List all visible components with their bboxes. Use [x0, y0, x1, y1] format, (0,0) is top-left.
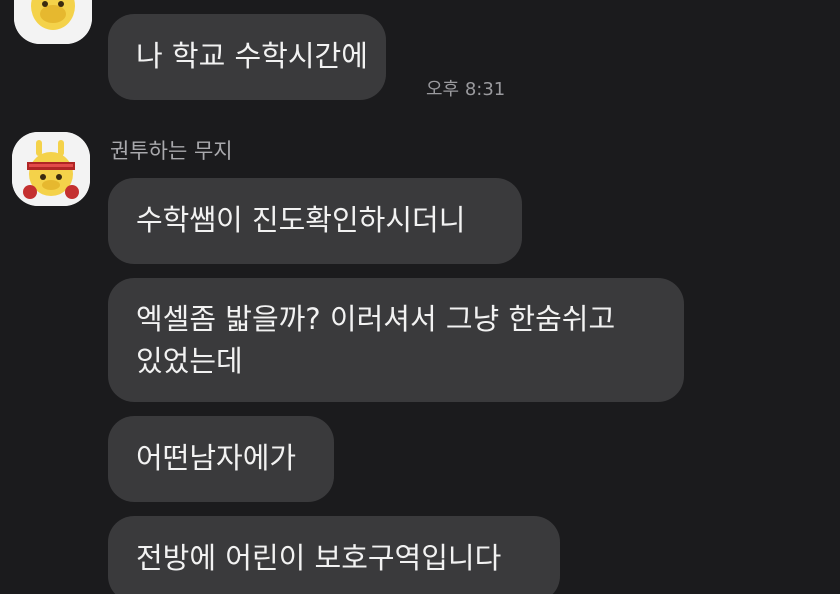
- muzi-boxer-avatar-icon: [12, 132, 90, 206]
- message-text: 수학쌤이 진도확인하시더니: [136, 203, 466, 237]
- sender-name: 권투하는 무지: [110, 139, 233, 163]
- muzi-avatar-icon: [14, 0, 92, 44]
- message-text: 어떤남자에가: [136, 441, 297, 475]
- message-text: 있었는데: [136, 344, 243, 378]
- message-bubble[interactable]: 전방에 어린이 보호구역입니다: [108, 516, 560, 594]
- message-bubble[interactable]: 어떤남자에가: [108, 416, 334, 502]
- avatar[interactable]: [14, 0, 92, 44]
- message-timestamp: 오후 8:31: [426, 79, 506, 100]
- avatar[interactable]: [12, 132, 90, 206]
- chat-window: 나 학교 수학시간에 오후 8:31 권투하는 무지 수학쌤이 진도확인하시더니: [0, 0, 840, 594]
- message-text: 나 학교 수학시간에: [136, 39, 368, 73]
- message-bubble[interactable]: 수학쌤이 진도확인하시더니: [108, 178, 522, 264]
- message-text: 엑셀좀 밟을까? 이러셔서 그냥 한숨쉬고: [136, 302, 616, 336]
- message-text: 전방에 어린이 보호구역입니다: [136, 541, 502, 575]
- message-bubble[interactable]: 엑셀좀 밟을까? 이러셔서 그냥 한숨쉬고 있었는데: [108, 278, 684, 402]
- message-bubble[interactable]: 나 학교 수학시간에: [108, 14, 386, 100]
